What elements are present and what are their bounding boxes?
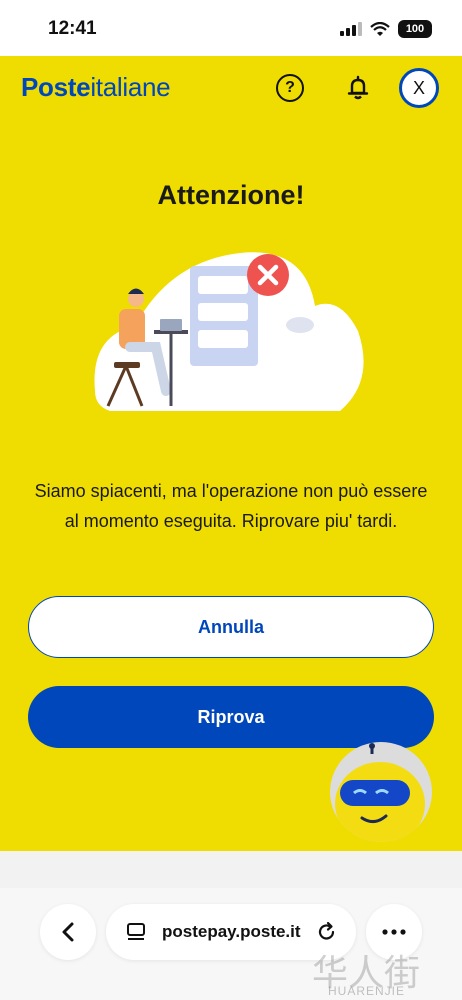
watermark-subtext: HUARENJIE (328, 984, 406, 998)
battery-icon: 100 (398, 20, 432, 38)
avatar-button[interactable]: X (399, 68, 439, 108)
back-button[interactable] (40, 904, 96, 960)
cancel-label: Annulla (198, 616, 264, 637)
browser-toolbar: postepay.poste.it 华人街 HUARENJIE (0, 888, 462, 1000)
wifi-icon (370, 21, 390, 36)
url-text: postepay.poste.it (162, 922, 301, 941)
logo-light: italiane (90, 72, 171, 102)
bell-icon (347, 75, 369, 100)
reload-icon[interactable] (316, 921, 338, 943)
status-icons: 100 (340, 20, 432, 38)
assistant-bot-button[interactable] (330, 742, 432, 842)
tab-icon (127, 923, 145, 940)
retry-label: Riprova (197, 706, 265, 727)
error-message: Siamo spiacenti, ma l'operazione non può… (34, 481, 428, 531)
status-time: 12:41 (48, 18, 97, 39)
help-icon: ? (285, 79, 295, 96)
app-content: Posteitaliane ? X Attenzione! Siamo spia… (0, 56, 462, 851)
status-bar: 12:41 100 (0, 0, 462, 56)
poste-logo[interactable]: Posteitaliane (21, 72, 171, 103)
retry-button[interactable]: Riprova (28, 686, 434, 748)
robot-mascot-icon (335, 743, 425, 842)
logo-bold: Poste (21, 72, 91, 102)
help-button[interactable]: ? (276, 74, 304, 102)
avatar-initial: X (412, 77, 425, 98)
more-icon (382, 929, 406, 935)
page-title: Attenzione! (157, 180, 305, 210)
notifications-button[interactable] (344, 74, 372, 102)
cancel-button[interactable]: Annulla (28, 596, 434, 658)
back-icon (62, 922, 74, 942)
error-illustration (94, 252, 364, 411)
signal-icon (340, 22, 362, 36)
